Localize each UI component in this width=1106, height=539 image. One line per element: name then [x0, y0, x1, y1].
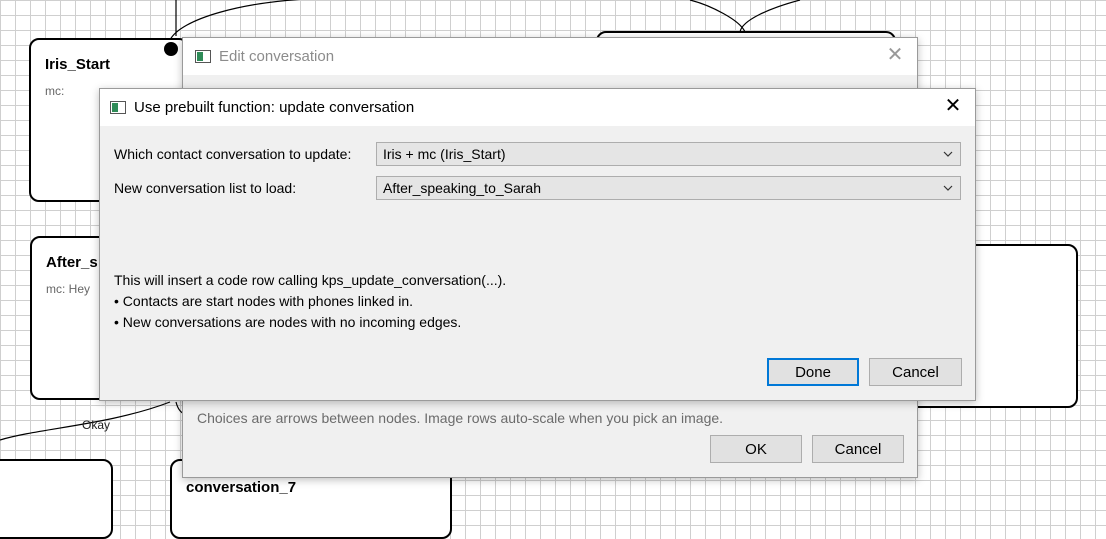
- node-connector-dot[interactable]: [164, 42, 178, 56]
- ok-button[interactable]: OK: [710, 435, 802, 463]
- chevron-down-icon: [943, 151, 953, 157]
- dialog-title: Use prebuilt function: update conversati…: [134, 99, 415, 116]
- dialog-title: Edit conversation: [219, 48, 335, 65]
- app-window-icon: [110, 101, 126, 114]
- list-select[interactable]: After_speaking_to_Sarah: [376, 176, 961, 200]
- edit-dialog-hint: Choices are arrows between nodes. Image …: [197, 410, 724, 426]
- contact-select-value: Iris + mc (Iris_Start): [383, 146, 506, 162]
- info-line: • New conversations are nodes with no in…: [114, 314, 462, 330]
- prebuilt-function-dialog: Use prebuilt function: update conversati…: [99, 88, 976, 401]
- dialog-titlebar[interactable]: Use prebuilt function: update conversati…: [100, 89, 975, 126]
- info-text: This will insert a code row calling kps_…: [114, 270, 506, 333]
- list-label: New conversation list to load:: [114, 180, 297, 196]
- close-icon[interactable]: ✕: [941, 96, 965, 120]
- node-title: After_s: [46, 254, 98, 271]
- dialog-titlebar[interactable]: Edit conversation ✕: [183, 38, 917, 75]
- contact-select[interactable]: Iris + mc (Iris_Start): [376, 142, 961, 166]
- cancel-button[interactable]: Cancel: [869, 358, 962, 386]
- done-button[interactable]: Done: [767, 358, 859, 386]
- node-subtitle: mc: Hey: [46, 282, 91, 296]
- cancel-button[interactable]: Cancel: [812, 435, 904, 463]
- node-subtitle: mc:: [45, 84, 65, 98]
- graph-node-bottom-left[interactable]: [0, 459, 113, 539]
- contact-label: Which contact conversation to update:: [114, 146, 352, 162]
- chevron-down-icon: [943, 185, 953, 191]
- list-select-value: After_speaking_to_Sarah: [383, 180, 541, 196]
- node-title: Iris_Start: [45, 56, 111, 73]
- info-line: • Contacts are start nodes with phones l…: [114, 293, 414, 309]
- node-title: conversation_7: [186, 479, 297, 496]
- info-line: This will insert a code row calling kps_…: [114, 272, 507, 288]
- app-window-icon: [195, 50, 211, 63]
- close-icon[interactable]: ✕: [883, 45, 907, 69]
- edge-label: Okay: [82, 418, 111, 432]
